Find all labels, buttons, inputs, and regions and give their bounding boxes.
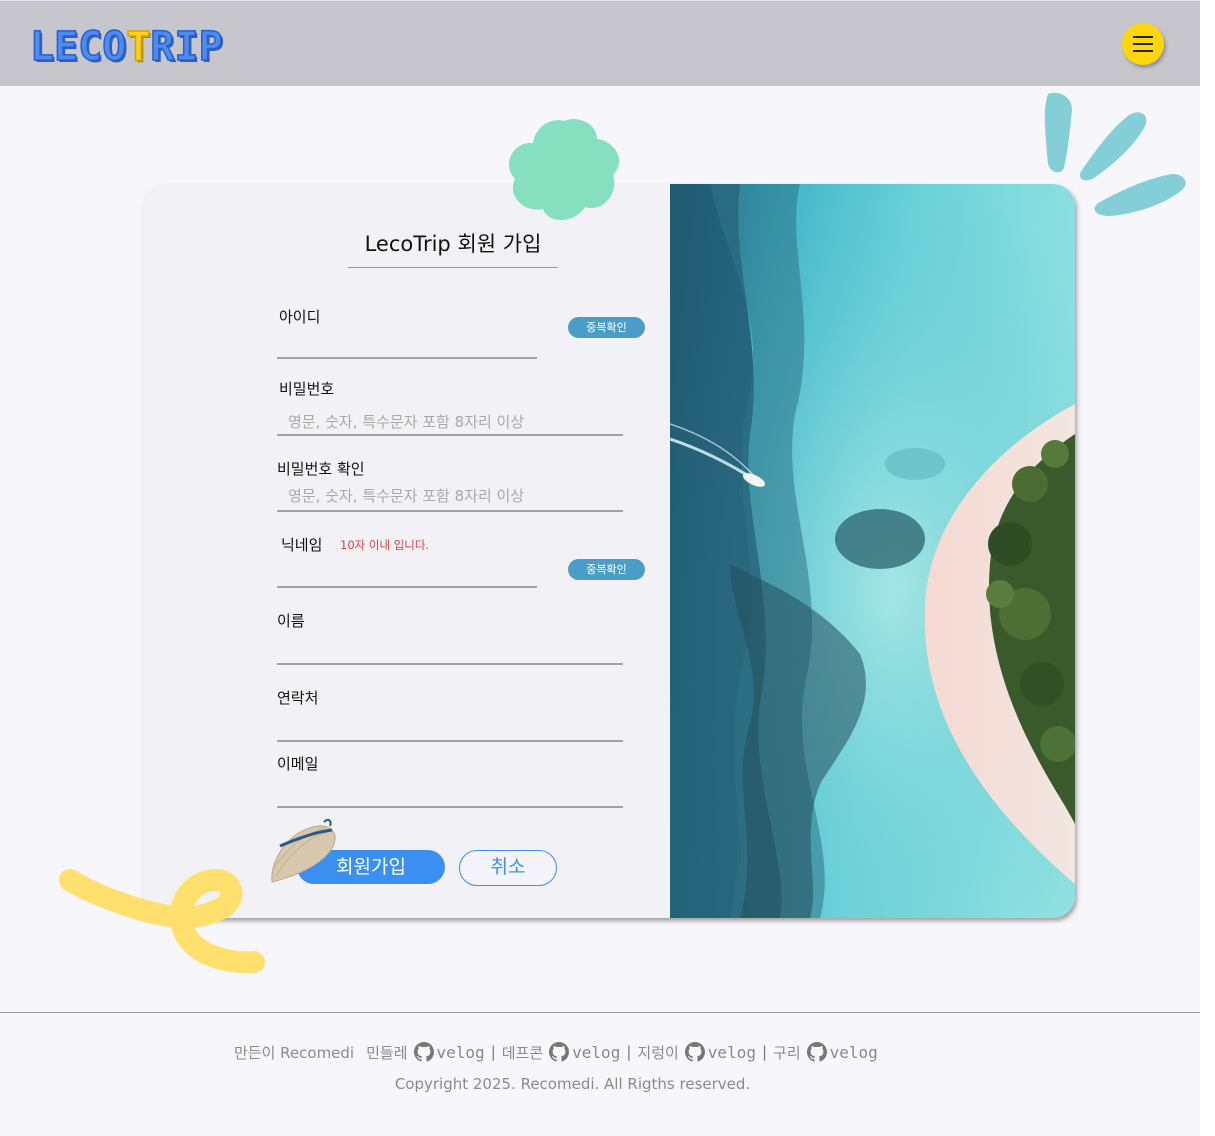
github-icon bbox=[413, 1042, 434, 1062]
password-input[interactable]: 영문, 숫자, 특수문자 포함 8자리 이상 bbox=[288, 411, 524, 432]
beach-aerial-image bbox=[670, 184, 1075, 918]
id-duplicate-check-button[interactable]: 중복확인 bbox=[568, 317, 645, 338]
header: LECOTRIP bbox=[0, 0, 1200, 86]
splash-icon bbox=[1044, 92, 1186, 216]
email-label: 이메일 bbox=[277, 755, 319, 773]
velog-link-text: velog bbox=[572, 1042, 621, 1062]
flower-icon bbox=[508, 119, 620, 221]
id-input-underline bbox=[277, 357, 537, 359]
beach-aerial-photo bbox=[670, 184, 1075, 918]
nickname-hint: 10자 이내 입니다. bbox=[340, 538, 430, 552]
logo-text-right: RIP bbox=[150, 24, 224, 70]
logo-text-left: LECO bbox=[29, 24, 127, 70]
email-input-underline bbox=[277, 806, 623, 808]
nickname-input[interactable] bbox=[277, 554, 537, 588]
hamburger-line bbox=[1133, 50, 1153, 52]
github-icon bbox=[806, 1042, 827, 1062]
name-input[interactable] bbox=[277, 630, 623, 662]
footer-credits: 만든이 Recomedi 민들레 velog | 데프콘 velog | 지렁이… bbox=[234, 1040, 878, 1064]
member-name: 민들레 bbox=[366, 1043, 408, 1062]
github-icon bbox=[684, 1042, 705, 1062]
footer-separator: | bbox=[761, 1043, 768, 1061]
nickname-duplicate-check-button[interactable]: 중복확인 bbox=[568, 559, 645, 580]
footer-made-by: 만든이 Recomedi bbox=[234, 1043, 355, 1062]
cancel-button[interactable]: 취소 bbox=[459, 850, 557, 886]
member-name: 데프콘 bbox=[501, 1043, 544, 1062]
github-icon bbox=[549, 1042, 570, 1062]
phone-input-underline bbox=[277, 740, 623, 742]
swirl-icon bbox=[59, 868, 265, 974]
copyright-text: Copyright 2025. Recomedi. All Rigths res… bbox=[394, 1075, 751, 1093]
email-input[interactable] bbox=[277, 774, 623, 806]
hamburger-line bbox=[1133, 36, 1153, 38]
signup-card: LecoTrip 회원 가입 아이디 중복확인 비밀번호 영문, 숫자, 특수문… bbox=[143, 184, 1075, 918]
password-confirm-input[interactable]: 영문, 숫자, 특수문자 포함 8자리 이상 bbox=[288, 485, 524, 506]
velog-link[interactable]: velog bbox=[684, 1042, 756, 1062]
footer-separator: | bbox=[490, 1043, 496, 1061]
logo[interactable]: LECOTRIP bbox=[29, 24, 224, 70]
name-label: 이름 bbox=[277, 612, 305, 630]
id-input[interactable] bbox=[277, 324, 537, 358]
velog-link[interactable]: velog bbox=[413, 1042, 485, 1062]
straw-hat-icon bbox=[271, 818, 336, 883]
nickname-input-underline bbox=[277, 586, 537, 588]
password-input-underline bbox=[277, 434, 623, 436]
hamburger-menu-button[interactable] bbox=[1122, 23, 1164, 65]
member-name: 구리 bbox=[773, 1043, 801, 1062]
form-title: LecoTrip 회원 가입 bbox=[364, 232, 542, 256]
password-label: 비밀번호 bbox=[279, 380, 335, 398]
velog-link[interactable]: velog bbox=[549, 1042, 620, 1062]
password-confirm-label: 비밀번호 확인 bbox=[277, 460, 365, 478]
footer-divider bbox=[0, 1012, 1200, 1013]
velog-link-text: velog bbox=[436, 1042, 485, 1062]
velog-link-text: velog bbox=[707, 1042, 756, 1062]
phone-input[interactable] bbox=[277, 708, 623, 740]
title-underline bbox=[348, 267, 558, 268]
velog-link[interactable]: velog bbox=[806, 1042, 878, 1062]
footer-separator: | bbox=[626, 1043, 632, 1061]
hamburger-line bbox=[1133, 43, 1153, 45]
member-name: 지렁이 bbox=[637, 1043, 679, 1062]
logo-text-accent: T bbox=[126, 24, 152, 70]
nickname-label: 닉네임 bbox=[281, 536, 323, 554]
phone-label: 연락처 bbox=[277, 689, 319, 707]
page: LECOTRIP LecoTrip 회원 가입 아이디 중복확인 비밀번호 영문… bbox=[0, 0, 1200, 1136]
velog-link-text: velog bbox=[829, 1042, 878, 1062]
password-confirm-underline bbox=[277, 510, 623, 512]
name-input-underline bbox=[277, 663, 623, 665]
